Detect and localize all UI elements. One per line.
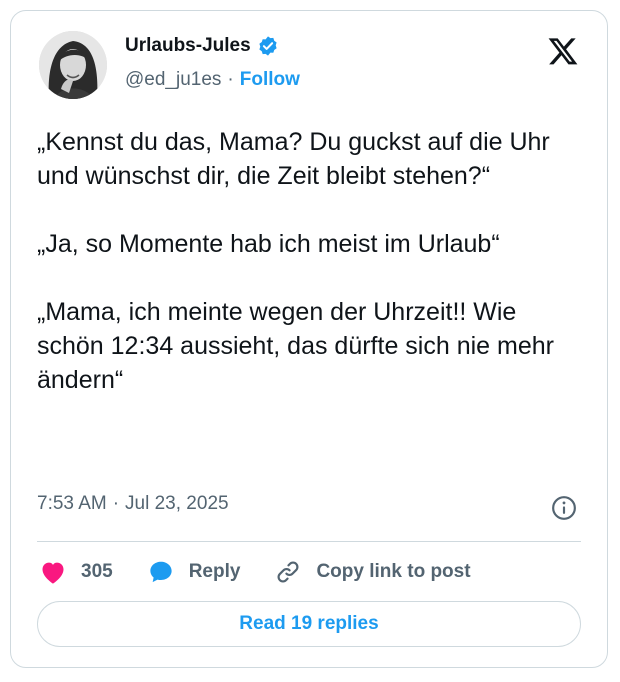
heart-icon	[42, 562, 64, 584]
action-bar: 305 Reply Copy link to post	[39, 559, 505, 585]
tweet-text: „Kennst du das, Mama? Du guckst auf die …	[37, 128, 554, 394]
info-icon[interactable]	[551, 495, 577, 521]
like-count: 305	[81, 561, 113, 582]
verified-badge-icon	[257, 35, 279, 57]
reply-bubble-icon	[150, 561, 172, 583]
copy-link-button[interactable]: Copy link to post	[274, 559, 471, 585]
handle-separator: ·	[227, 69, 234, 90]
handle-row: @ed_ju1es · Follow	[125, 69, 300, 91]
name-row: Urlaubs-Jules	[125, 35, 279, 57]
timestamp-separator: ·	[112, 493, 120, 514]
tweet-date[interactable]: Jul 23, 2025	[125, 493, 229, 515]
display-name[interactable]: Urlaubs-Jules	[125, 35, 251, 57]
avatar[interactable]	[39, 31, 107, 99]
avatar-photo	[39, 31, 107, 99]
like-button[interactable]: 305	[39, 559, 113, 585]
x-logo-icon[interactable]	[547, 35, 579, 67]
timestamp[interactable]: 7:53 AM · Jul 23, 2025	[37, 493, 229, 515]
divider	[37, 541, 581, 542]
read-replies-button[interactable]: Read 19 replies	[37, 601, 581, 647]
reply-button[interactable]: Reply	[147, 559, 241, 585]
link-icon	[277, 561, 299, 583]
tweet-time[interactable]: 7:53 AM	[37, 493, 107, 515]
handle[interactable]: @ed_ju1es	[125, 69, 221, 91]
reply-label: Reply	[188, 561, 241, 582]
tweet-card: Urlaubs-Jules @ed_ju1es · Follow „Kennst…	[10, 10, 608, 668]
copy-link-label: Copy link to post	[316, 561, 471, 582]
follow-button[interactable]: Follow	[240, 69, 300, 91]
